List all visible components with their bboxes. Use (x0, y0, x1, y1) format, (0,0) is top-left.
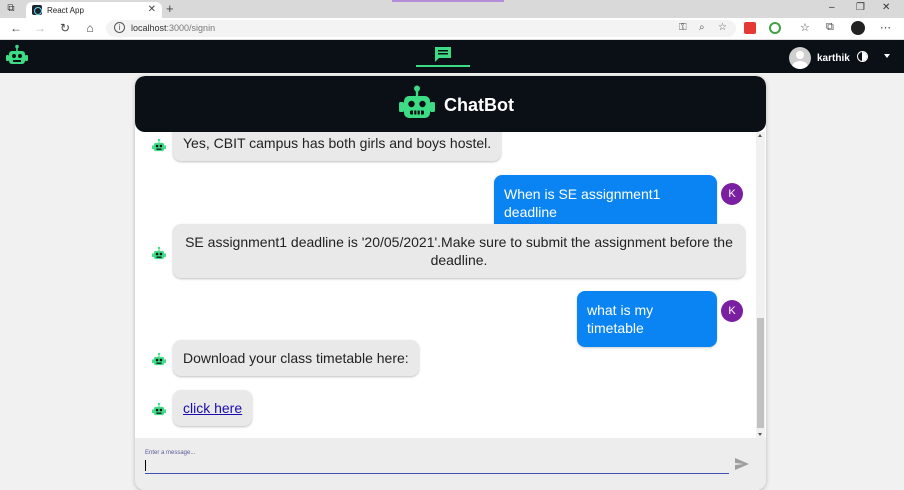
send-icon[interactable] (735, 458, 749, 470)
chat-bubble-icon (435, 47, 451, 62)
text-cursor (145, 460, 146, 471)
collections-icon[interactable]: ⧉ (826, 21, 834, 34)
new-tab-button[interactable]: + (166, 1, 174, 16)
scroll-down-icon[interactable] (758, 433, 762, 436)
react-favicon-icon (32, 5, 42, 15)
bot-message-bubble: Download your class timetable here: (173, 340, 419, 376)
reload-icon[interactable]: ↻ (57, 21, 73, 35)
bot-avatar-icon (152, 138, 166, 152)
profile-icon[interactable] (851, 21, 865, 35)
url-text: localhost:3000/signin (131, 23, 216, 33)
site-info-icon[interactable]: i (114, 22, 125, 33)
browser-toolbar: ← → ↻ ⌂ i localhost:3000/signin ⚿ ⌕ ☆ ☆ … (0, 18, 904, 40)
favorites-icon[interactable]: ☆ (800, 21, 810, 34)
timetable-download-link[interactable]: click here (183, 400, 242, 416)
chat-window: ChatBot Yes, CBIT campus has both girls … (135, 76, 766, 490)
forward-arrow-icon[interactable]: → (32, 21, 48, 35)
extension-green-icon[interactable] (769, 22, 781, 34)
chatbot-robot-icon (399, 85, 435, 118)
user-message-avatar: K (721, 183, 743, 205)
browser-tab-react-app[interactable]: React App ✕ (26, 2, 162, 18)
bot-message-bubble: Yes, CBIT campus has both girls and boys… (173, 132, 502, 161)
tab-strip-accent (392, 0, 504, 2)
bot-message-line: deadline. (430, 252, 488, 268)
favorite-star-icon[interactable]: ☆ (718, 22, 727, 33)
bot-message-line: SE assignment1 deadline is '20/05/2021'.… (185, 234, 733, 250)
robot-logo-icon[interactable] (6, 44, 28, 68)
bot-avatar-icon (152, 246, 166, 260)
bot-avatar-icon (152, 352, 166, 366)
key-icon[interactable]: ⚿ (679, 22, 687, 33)
chat-title: ChatBot (444, 95, 514, 115)
user-avatar[interactable] (789, 47, 811, 69)
address-bar[interactable]: i localhost:3000/signin ⚿ ⌕ ☆ (106, 20, 736, 37)
user-message-bubble: When is SE assignment1 deadline (494, 175, 717, 231)
tab-title: React App (47, 6, 84, 15)
chat-header: ChatBot (135, 76, 766, 132)
account-dropdown-icon[interactable] (884, 54, 890, 58)
scroll-thumb[interactable] (757, 318, 764, 428)
scroll-up-icon[interactable] (758, 134, 762, 137)
chat-nav-tab[interactable] (416, 40, 470, 73)
message-input[interactable] (145, 458, 729, 474)
bot-avatar-icon (152, 402, 166, 416)
home-icon[interactable]: ⌂ (82, 21, 98, 35)
user-message-avatar: K (721, 300, 743, 322)
minimize-window-button[interactable]: – (829, 2, 835, 13)
restore-window-button[interactable]: ❐ (856, 2, 865, 13)
browser-tab-bar: ⧉ React App ✕ + – ❐ ✕ (0, 0, 904, 18)
app-navbar: karthik (0, 40, 904, 73)
extension-red-icon[interactable] (744, 22, 756, 34)
username-label: karthik (817, 53, 850, 64)
message-input-area: Enter a message... (135, 438, 766, 490)
zoom-icon[interactable]: ⌕ (699, 22, 705, 33)
close-tab-icon[interactable]: ✕ (148, 4, 156, 15)
close-window-button[interactable]: ✕ (882, 2, 890, 13)
theme-toggle-icon[interactable] (857, 51, 868, 62)
back-arrow-icon[interactable]: ← (8, 21, 24, 35)
bot-message-bubble: click here (173, 390, 253, 426)
active-tab-indicator (416, 65, 470, 67)
more-menu-icon[interactable]: ⋯ (880, 21, 891, 34)
bot-message-bubble: SE assignment1 deadline is '20/05/2021'.… (173, 224, 745, 278)
message-input-label: Enter a message... (145, 450, 196, 456)
tab-actions-icon[interactable]: ⧉ (4, 3, 18, 15)
message-list[interactable]: Yes, CBIT campus has both girls and boys… (135, 132, 766, 438)
message-scrollbar[interactable] (756, 132, 765, 438)
user-message-bubble: what is my timetable (577, 291, 717, 347)
